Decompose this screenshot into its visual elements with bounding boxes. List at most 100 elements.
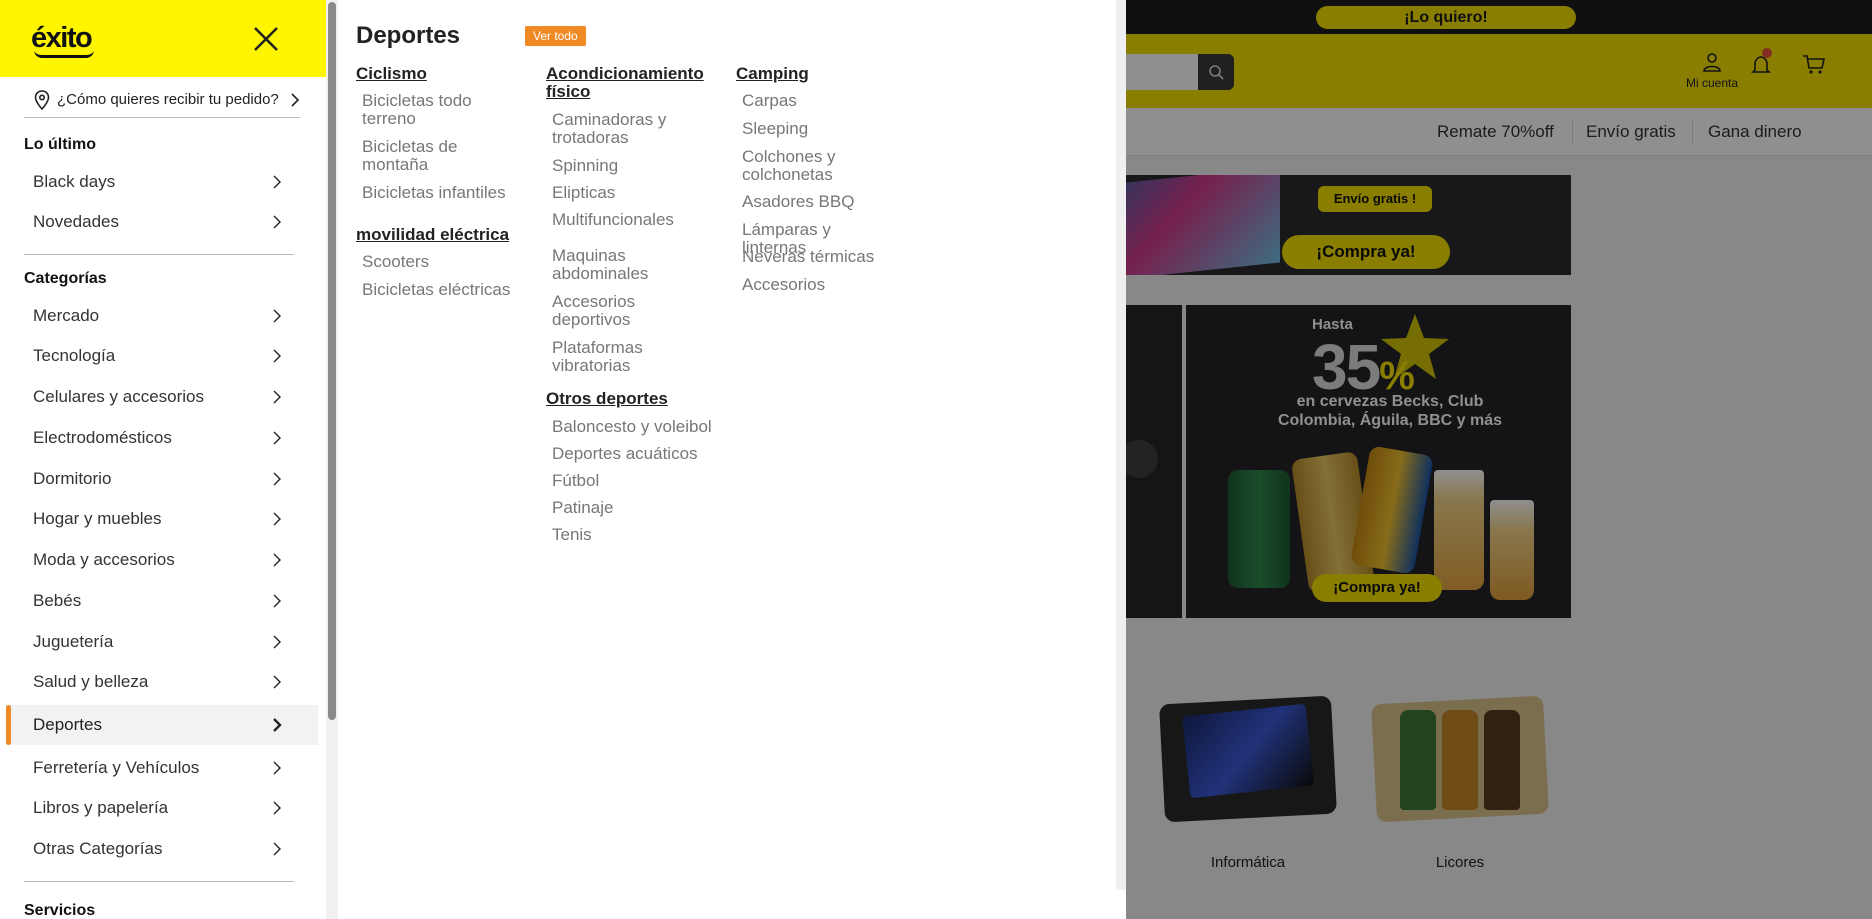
sidebar-item-label: Libros y papelería [33,798,169,817]
ver-todo-button[interactable]: Ver todo [525,26,586,46]
sidebar-item-electrodomésticos[interactable]: Electrodomésticos [6,418,318,458]
sidebar-item-tecnología[interactable]: Tecnología [6,336,318,376]
submenu-group-title[interactable]: movilidad eléctrica [356,226,556,244]
submenu-group-title[interactable]: Otros deportes [546,390,722,408]
sidebar-item-chevron [272,841,282,862]
sidebar-item-deportes[interactable]: Deportes [6,705,318,745]
chevron-right-icon [273,718,282,732]
sidebar-item-hogar-y-muebles[interactable]: Hogar y muebles [6,499,318,539]
sidebar-item-celulares-y-accesorios[interactable]: Celulares y accesorios [6,377,318,417]
submenu-link[interactable]: Bicicletas infantiles [362,184,518,202]
delivery-label: ¿Cómo quieres recibir tu pedido? [57,91,279,108]
chevron-right-icon [273,431,281,445]
chevron-right-icon [273,390,281,404]
sidebar-item-chevron [272,389,282,410]
submenu-link[interactable]: Multifuncionales [552,211,714,229]
submenu-link[interactable]: Accesorios deportivos [552,293,714,329]
close-icon[interactable] [250,24,282,54]
delivery-selector[interactable]: ¿Cómo quieres recibir tu pedido? [24,84,300,118]
sidebar-divider [24,254,294,255]
submenu-link[interactable]: Scooters [362,253,548,271]
submenu-link[interactable]: Colchones y colchonetas [742,148,898,184]
submenu-title: Deportes [356,22,461,49]
sidebar-item-label: Tecnología [33,346,116,365]
submenu-group-title[interactable]: Ciclismo [356,65,526,83]
chevron-right-icon [273,215,281,229]
sidebar-item-label: Juguetería [33,632,114,651]
submenu-group-title[interactable]: Camping [736,65,906,83]
sidebar-item-libros-y-papelería[interactable]: Libros y papelería [6,788,318,828]
sidebar-item-label: Black days [33,172,116,191]
chevron-right-icon [273,309,281,323]
sidebar-item-bebés[interactable]: Bebés [6,581,318,621]
sidebar-item-chevron [272,471,282,492]
sidebar-divider [24,881,294,882]
sidebar-item-chevron [272,511,282,532]
sidebar-item-chevron [272,593,282,614]
sidebar-item-mercado[interactable]: Mercado [6,296,318,336]
sidebar-item-salud-y-belleza[interactable]: Salud y belleza [6,662,318,702]
sidebar-item-label: Dormitorio [33,469,112,488]
sidebar-item-chevron [272,634,282,655]
sidebar-item-chevron [272,348,282,369]
submenu-link[interactable]: Carpas [742,92,898,110]
category-sidebar: éxito ¿Cómo quieres recibir tu pedido? L… [0,0,326,919]
chevron-right-icon [273,761,281,775]
sidebar-item-chevron [272,308,282,329]
sidebar-item-chevron [272,760,282,781]
submenu-link[interactable]: Patinaje [552,499,714,517]
submenu-link[interactable]: Bicicletas eléctricas [362,281,548,299]
sidebar-item-juguetería[interactable]: Juguetería [6,622,318,662]
sidebar-item-label: Otras Categorías [33,839,163,858]
sidebar-item-label: Celulares y accesorios [33,387,205,406]
submenu-link[interactable]: Sleeping [742,120,898,138]
sidebar-section-title: Lo último [24,136,96,153]
submenu-link[interactable]: Spinning [552,157,714,175]
submenu-link[interactable]: Plataformas vibratorias [552,339,714,375]
panel-scrollbar[interactable] [1116,0,1126,890]
submenu-link[interactable]: Caminadoras y trotadoras [552,111,714,147]
submenu-link[interactable]: Baloncesto y voleibol [552,418,714,436]
sidebar-item-label: Mercado [33,306,100,325]
submenu-link[interactable]: Tenis [552,526,714,544]
chevron-right-icon [273,635,281,649]
submenu-link[interactable]: Deportes acuáticos [552,445,714,463]
sidebar-item-otras-categorías[interactable]: Otras Categorías [6,829,318,869]
chevron-right-icon [273,512,281,526]
chevron-right-icon [273,594,281,608]
chevron-right-icon [273,801,281,815]
sidebar-item-dormitorio[interactable]: Dormitorio [6,459,318,499]
submenu-link[interactable]: Fútbol [552,472,714,490]
sidebar-item-label: Salud y belleza [33,672,149,691]
chevron-right-icon [273,675,281,689]
sidebar-item-chevron [272,174,282,195]
submenu-link[interactable]: Bicicletas de montaña [362,138,518,174]
logo-smile [34,50,94,58]
submenu-link[interactable]: Maquinas abdominales [552,247,714,283]
sidebar-item-label: Hogar y muebles [33,509,162,528]
sidebar-section-title: Categorías [24,270,107,287]
submenu-link[interactable]: Asadores BBQ [742,193,898,211]
chevron-right-icon [291,93,300,107]
sidebar-item-moda-y-accesorios[interactable]: Moda y accesorios [6,540,318,580]
sidebar-item-chevron [272,674,282,695]
submenu-group-title[interactable]: Acondicionamiento físico [546,65,722,101]
sidebar-item-label: Bebés [33,591,82,610]
chevron-right-icon [273,553,281,567]
sidebar-item-label: Deportes [33,715,102,734]
sidebar-item-label: Ferretería y Vehículos [33,758,200,777]
submenu-link[interactable]: Neveras térmicas [742,248,898,266]
submenu-link[interactable]: Accesorios [742,276,898,294]
submenu-link[interactable]: Bicicletas todo terreno [362,92,518,128]
sidebar-item-label: Electrodomésticos [33,428,172,447]
sidebar-item-black-days[interactable]: Black days [6,162,318,202]
sidebar-item-ferretería-y-vehículos[interactable]: Ferretería y Vehículos [6,748,318,788]
submenu-link[interactable]: Elipticas [552,184,714,202]
chevron-right-icon [273,472,281,486]
sidebar-item-chevron [272,430,282,451]
sidebar-scrollbar-thumb[interactable] [328,2,336,720]
sidebar-header: éxito [0,0,326,77]
active-indicator [6,705,11,745]
sidebar-item-label: Moda y accesorios [33,550,175,569]
sidebar-item-novedades[interactable]: Novedades [6,202,318,242]
